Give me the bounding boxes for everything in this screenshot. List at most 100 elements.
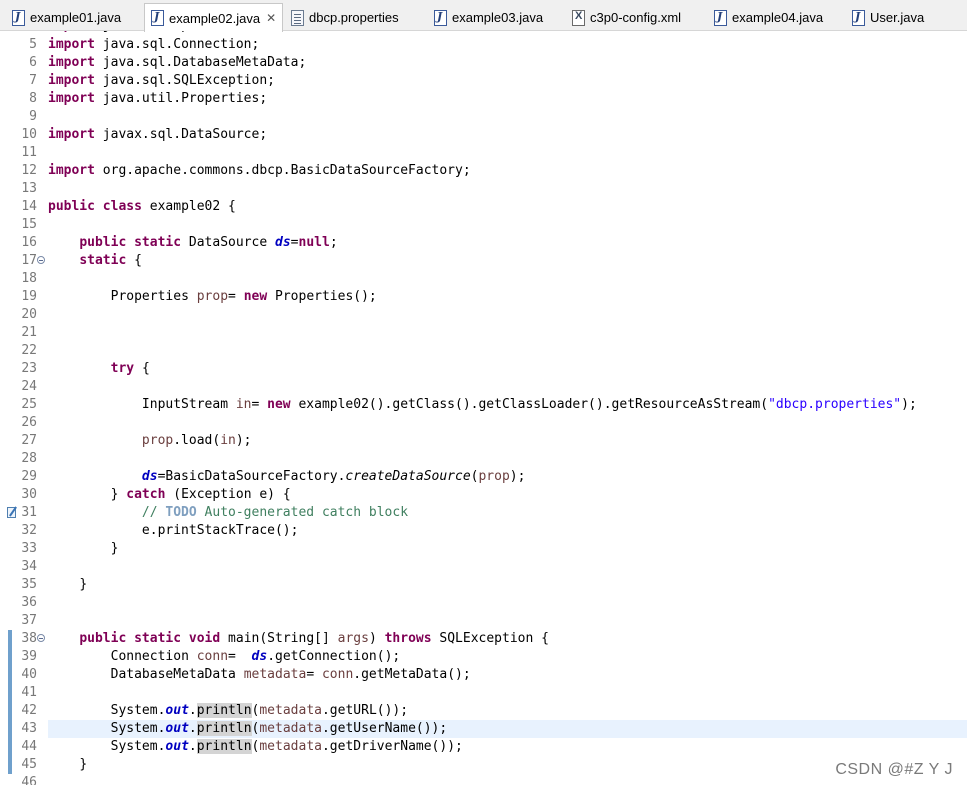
tab-label: User.java: [870, 10, 925, 25]
tab-user-java[interactable]: User.java: [850, 4, 924, 31]
code-text: import java.util.Properties;: [48, 90, 267, 108]
collapse-icon[interactable]: [37, 634, 45, 642]
tab-example02-java[interactable]: example02.java ✕: [144, 3, 283, 32]
keyword: new: [243, 289, 268, 304]
code-line: 29 ds=BasicDataSourceFactory.createDataS…: [0, 468, 967, 486]
code-token: (Exception e) {: [173, 487, 291, 502]
line-number: 41: [21, 685, 37, 700]
code-token: example02 {: [149, 199, 236, 214]
code-text: prop.load(in);: [48, 432, 252, 450]
code-text: }: [48, 540, 119, 558]
code-token: =: [228, 289, 236, 304]
code-text: try {: [48, 360, 150, 378]
code-token: SQLException {: [439, 631, 549, 646]
code-token: Connection: [110, 649, 189, 664]
code-token: }: [110, 487, 119, 502]
code-line: 9: [0, 108, 967, 126]
tab-dbcp-properties[interactable]: dbcp.properties: [289, 4, 399, 31]
line-number: 31: [21, 505, 37, 520]
tab-label: dbcp.properties: [309, 10, 399, 25]
local-variable: metadata: [259, 703, 322, 718]
code-token: java.sql.SQLException;: [102, 73, 275, 88]
line-number: 6: [29, 55, 37, 70]
code-token: InputStream: [141, 397, 229, 412]
line-number: 35: [21, 577, 37, 592]
keyword: try: [110, 361, 135, 376]
code-line: 40 DatabaseMetaData metadata= conn.getMe…: [0, 666, 967, 684]
java-file-icon: [151, 10, 164, 26]
line-number: 23: [21, 361, 37, 376]
keyword: void: [188, 631, 221, 646]
keyword: static: [134, 235, 182, 250]
code-line: 27 prop.load(in);: [0, 432, 967, 450]
line-number: 15: [21, 217, 37, 232]
code-token: System.: [110, 721, 166, 736]
line-number: 11: [21, 145, 37, 160]
comment: //: [141, 505, 166, 520]
code-line: 36: [0, 594, 967, 612]
code-token: java.io.InputStream;: [103, 31, 260, 33]
code-line: 30 } catch (Exception e) {: [0, 486, 967, 504]
current-code-line: 43 System.out.println(metadata.getUserNa…: [21, 720, 967, 738]
code-line: 37: [0, 612, 967, 630]
line-number: 30: [21, 487, 37, 502]
line-number: 9: [29, 109, 37, 124]
java-file-icon: [434, 9, 447, 26]
code-line: 19 Properties prop= new Properties();: [0, 288, 967, 306]
static-field: out: [165, 703, 189, 718]
tab-label: example03.java: [452, 10, 544, 25]
code-text: public class example02 {: [48, 198, 236, 216]
code-line: 46: [0, 774, 967, 785]
tab-c3p0-config-xml[interactable]: c3p0-config.xml: [570, 4, 681, 31]
keyword: import: [48, 91, 95, 106]
line-number: 38: [21, 631, 37, 646]
occurrence-highlight: println: [196, 739, 252, 754]
code-text: import javax.sql.DataSource;: [48, 126, 267, 144]
line-number: 26: [21, 415, 37, 430]
code-line: 13: [0, 180, 967, 198]
code-token: DataSource: [188, 235, 268, 250]
code-line: 31 // TODO Auto-generated catch block: [0, 504, 967, 522]
line-number: 42: [21, 703, 37, 718]
code-text: }: [48, 756, 87, 774]
code-editor[interactable]: import java.io.InputStream; 5 import java…: [0, 31, 967, 785]
line-number: 12: [21, 163, 37, 178]
keyword: import: [48, 73, 95, 88]
local-variable: in: [235, 397, 252, 412]
code-text: import java.sql.DatabaseMetaData;: [48, 54, 306, 72]
code-line: 33 }: [0, 540, 967, 558]
code-token: }: [79, 577, 88, 592]
line-number: 46: [21, 775, 37, 785]
keyword: static: [79, 253, 127, 268]
code-token: );: [509, 469, 526, 484]
code-token: .getMetaData();: [353, 667, 471, 682]
collapse-icon[interactable]: [37, 256, 45, 264]
code-token: BasicDataSourceFactory.: [165, 469, 346, 484]
code-line: 11: [0, 144, 967, 162]
code-token: e.printStackTrace();: [141, 523, 299, 538]
code-text: import org.apache.commons.dbcp.BasicData…: [48, 162, 471, 180]
tab-example03-java[interactable]: example03.java: [432, 4, 543, 31]
java-file-icon: [852, 9, 865, 26]
code-text: ds=BasicDataSourceFactory.createDataSour…: [48, 468, 526, 486]
keyword: import: [48, 55, 95, 70]
code-line: 39 Connection conn= ds.getConnection();: [0, 648, 967, 666]
code-line: 17 static {: [0, 252, 967, 270]
code-line: 16 public static DataSource ds=null;: [0, 234, 967, 252]
code-text: import java.sql.Connection;: [48, 36, 259, 54]
tab-example01-java[interactable]: example01.java: [10, 4, 121, 31]
code-token: java.sql.DatabaseMetaData;: [102, 55, 307, 70]
line-number: 34: [21, 559, 37, 574]
line-number: 39: [21, 649, 37, 664]
local-variable: prop: [141, 433, 174, 448]
static-field: ds: [251, 649, 268, 664]
line-number: 5: [29, 37, 37, 52]
xml-file-icon: [572, 9, 585, 26]
tab-example04-java[interactable]: example04.java: [712, 4, 823, 31]
string-literal: "dbcp.properties": [768, 397, 902, 412]
line-number: 29: [21, 469, 37, 484]
keyword: catch: [126, 487, 166, 502]
line-number: 37: [21, 613, 37, 628]
close-icon[interactable]: ✕: [266, 11, 276, 25]
code-text: System.out.println(metadata.getDriverNam…: [110, 739, 463, 754]
